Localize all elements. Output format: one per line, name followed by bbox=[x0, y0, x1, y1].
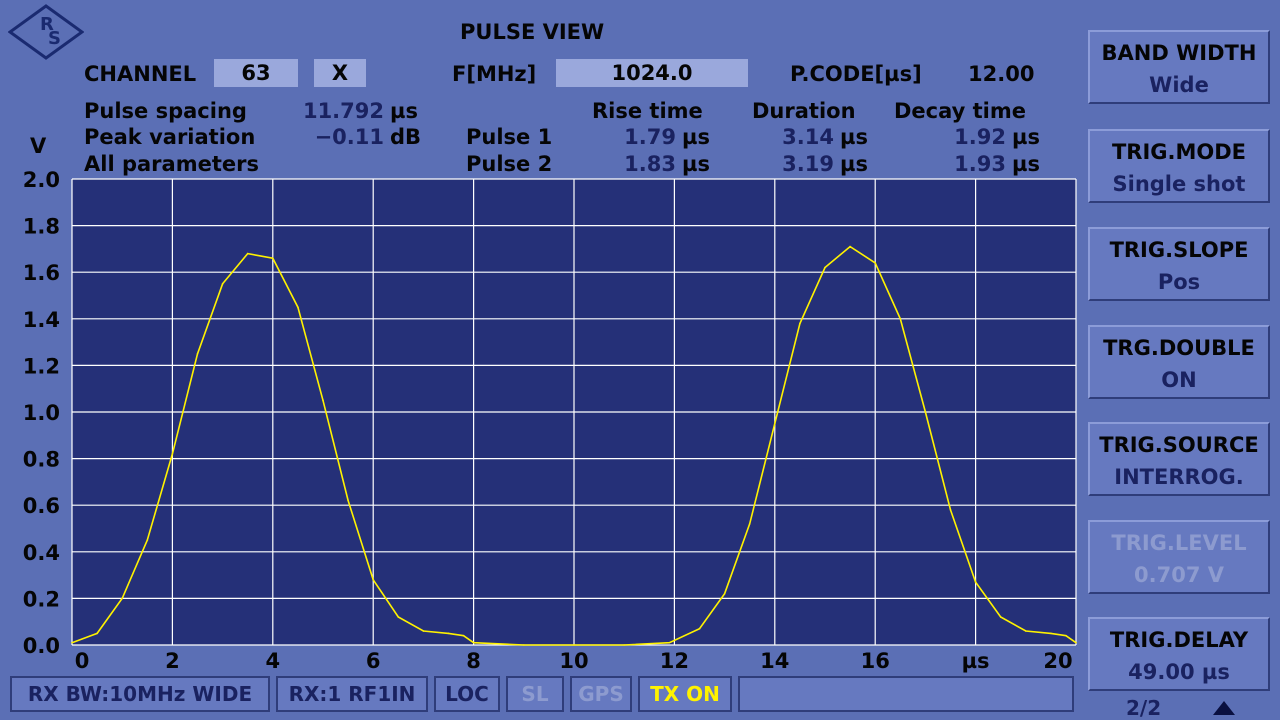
softkey-trig-slope-label: TRIG.SLOPE bbox=[1109, 238, 1249, 262]
data-point bbox=[874, 262, 876, 264]
y-tick-label: 0.2 bbox=[23, 587, 60, 611]
data-point bbox=[71, 641, 73, 644]
data-point bbox=[447, 632, 450, 635]
softkey-trg-double[interactable]: TRG.DOUBLE ON bbox=[1088, 325, 1270, 399]
y-tick-label: 2.0 bbox=[23, 168, 60, 192]
x-tick-label: 2 bbox=[165, 649, 180, 673]
data-point bbox=[171, 453, 174, 455]
y-tick-label: 1.8 bbox=[23, 215, 60, 239]
softkey-trg-double-value: ON bbox=[1161, 368, 1197, 392]
y-tick-labels: 2.0 1.8 1.6 1.4 1.2 1.0 0.8 0.6 0.4 0.2 0.0 bbox=[23, 168, 60, 658]
data-point bbox=[146, 539, 149, 541]
data-point bbox=[999, 616, 1002, 618]
data-point bbox=[899, 318, 902, 320]
y-tick-label: 1.6 bbox=[23, 261, 60, 285]
x-tick-label: 4 bbox=[265, 649, 280, 673]
status-sl: SL bbox=[506, 676, 564, 712]
data-point bbox=[196, 352, 199, 355]
softkey-trig-delay-label: TRIG.DELAY bbox=[1109, 628, 1249, 652]
softkey-trig-delay[interactable]: TRIG.DELAY 49.00 µs bbox=[1088, 617, 1270, 691]
status-rx-bandwidth: RX BW:10MHz WIDE bbox=[10, 676, 270, 712]
softkey-trig-level-value: 0.707 V bbox=[1134, 563, 1224, 587]
data-point bbox=[924, 411, 927, 413]
data-point bbox=[472, 641, 475, 644]
softkey-trig-level-label: TRIG.LEVEL bbox=[1111, 531, 1247, 555]
x-tick-label: 6 bbox=[366, 649, 381, 673]
data-point bbox=[668, 641, 671, 644]
softkey-trig-mode-label: TRIG.MODE bbox=[1111, 140, 1247, 164]
softkey-trig-level[interactable]: TRIG.LEVEL 0.707 V bbox=[1088, 520, 1270, 594]
data-point bbox=[774, 422, 776, 425]
status-message bbox=[738, 676, 1074, 712]
status-gps: GPS bbox=[570, 676, 632, 712]
y-tick-label: 1.4 bbox=[23, 308, 60, 332]
data-point bbox=[121, 597, 123, 600]
data-point bbox=[272, 257, 274, 260]
data-point bbox=[723, 592, 726, 595]
x-tick-labels: 0 2 4 6 8 10 12 14 16 µs 20 bbox=[75, 649, 1073, 673]
y-tick-label: 1.2 bbox=[23, 354, 60, 378]
data-point bbox=[397, 616, 400, 618]
data-point bbox=[372, 578, 375, 581]
x-tick-label: 0 bbox=[75, 649, 90, 673]
data-point bbox=[523, 644, 525, 646]
data-point bbox=[623, 644, 625, 646]
softkey-trig-delay-value: 49.00 µs bbox=[1128, 660, 1230, 684]
status-rx-input: RX:1 RF1IN bbox=[276, 676, 428, 712]
x-tick-label: 8 bbox=[466, 649, 481, 673]
data-point bbox=[974, 581, 977, 583]
data-point bbox=[573, 644, 575, 646]
x-tick-label: 16 bbox=[861, 649, 890, 673]
data-point bbox=[297, 306, 299, 308]
status-tx-on: TX ON bbox=[638, 676, 732, 712]
data-point bbox=[322, 399, 324, 402]
data-point bbox=[246, 252, 249, 255]
data-point bbox=[824, 266, 826, 269]
y-tick-label: 0.0 bbox=[23, 634, 60, 658]
softkey-trig-source[interactable]: TRIG.SOURCE INTERROG. bbox=[1088, 422, 1270, 496]
data-point bbox=[698, 627, 701, 630]
softkey-trig-source-value: INTERROG. bbox=[1114, 465, 1244, 489]
x-tick-label: 12 bbox=[660, 649, 689, 673]
data-point bbox=[799, 322, 801, 325]
status-loc: LOC bbox=[434, 676, 500, 712]
triangle-up-icon[interactable] bbox=[1212, 700, 1236, 716]
data-point bbox=[1025, 630, 1027, 632]
data-point bbox=[949, 509, 952, 511]
data-point bbox=[96, 632, 98, 635]
softkey-trig-mode-value: Single shot bbox=[1112, 172, 1246, 196]
data-point bbox=[1065, 634, 1067, 637]
data-point bbox=[849, 245, 851, 248]
softkey-trig-slope-value: Pos bbox=[1157, 270, 1201, 294]
data-point bbox=[462, 634, 465, 637]
page-indicator: 2/2 bbox=[1126, 696, 1162, 720]
softkey-bandwidth-value: Wide bbox=[1149, 73, 1209, 97]
data-point bbox=[422, 630, 425, 632]
data-point bbox=[1050, 632, 1052, 635]
x-tick-label: µs bbox=[962, 649, 990, 673]
softkey-trig-source-label: TRIG.SOURCE bbox=[1099, 433, 1259, 457]
softkey-trig-slope[interactable]: TRIG.SLOPE Pos bbox=[1088, 227, 1270, 301]
data-point bbox=[748, 523, 751, 525]
softkey-trig-mode[interactable]: TRIG.MODE Single shot bbox=[1088, 129, 1270, 203]
x-tick-label: 20 bbox=[1043, 649, 1072, 673]
y-tick-label: 1.0 bbox=[23, 401, 60, 425]
data-point bbox=[347, 499, 349, 502]
data-point bbox=[1075, 641, 1077, 644]
y-tick-label: 0.6 bbox=[23, 494, 60, 518]
x-tick-label: 10 bbox=[559, 649, 588, 673]
y-tick-label: 0.4 bbox=[23, 541, 60, 565]
softkey-bandwidth-label: BAND WIDTH bbox=[1101, 41, 1257, 65]
y-tick-label: 0.8 bbox=[23, 448, 60, 472]
x-tick-label: 14 bbox=[760, 649, 789, 673]
softkey-trg-double-label: TRG.DOUBLE bbox=[1103, 336, 1255, 360]
data-point bbox=[221, 283, 224, 285]
softkey-bandwidth[interactable]: BAND WIDTH Wide bbox=[1088, 30, 1270, 104]
